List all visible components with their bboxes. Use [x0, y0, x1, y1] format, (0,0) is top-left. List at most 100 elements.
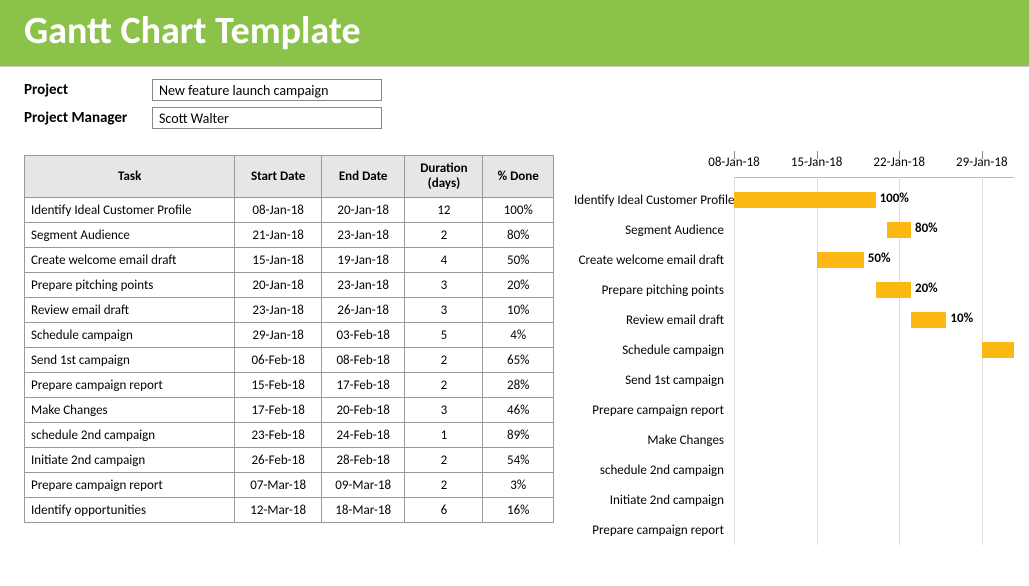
cell-dur: 3 [405, 298, 483, 323]
cell-task: Segment Audience [25, 223, 235, 248]
cell-dur: 2 [405, 348, 483, 373]
cell-start: 23-Feb-18 [235, 423, 322, 448]
cell-end: 24-Feb-18 [321, 423, 404, 448]
gantt-row: Create welcome email draft50% [574, 245, 1014, 275]
table-row: Segment Audience21-Jan-1823-Jan-18280% [25, 223, 554, 248]
cell-end: 18-Mar-18 [321, 498, 404, 523]
gantt-row: Prepare pitching points 20% [574, 275, 1014, 305]
cell-task: Initiate 2nd campaign [25, 448, 235, 473]
cell-start: 26-Feb-18 [235, 448, 322, 473]
task-table: Task Start Date End Date Duration(days) … [24, 155, 554, 523]
cell-pct: 10% [483, 298, 554, 323]
cell-start: 21-Jan-18 [235, 223, 322, 248]
gantt-row: Send 1st campaign [574, 365, 1014, 395]
cell-pct: 3% [483, 473, 554, 498]
cell-start: 23-Jan-18 [235, 298, 322, 323]
cell-dur: 2 [405, 373, 483, 398]
gantt-row: Segment Audience 80% [574, 215, 1014, 245]
cell-end: 28-Feb-18 [321, 448, 404, 473]
manager-label: Project Manager [24, 109, 152, 127]
gantt-track [734, 485, 1014, 515]
project-label: Project [24, 81, 152, 99]
th-pct: % Done [483, 156, 554, 198]
gantt-track: 10% [734, 305, 1014, 335]
cell-pct: 80% [483, 223, 554, 248]
cell-pct: 100% [483, 198, 554, 223]
gantt-bar [817, 252, 864, 268]
project-meta: Project Project Manager [0, 67, 1029, 129]
gantt-track: 100% [734, 185, 1014, 215]
table-row: Prepare pitching points20-Jan-1823-Jan-1… [25, 273, 554, 298]
table-row: Identify Ideal Customer Profile08-Jan-18… [25, 198, 554, 223]
gantt-row: Review email draft10% [574, 305, 1014, 335]
gantt-row-label: Prepare pitching points [574, 283, 734, 298]
table-row: Send 1st campaign06-Feb-1808-Feb-18265% [25, 348, 554, 373]
gantt-pct-label: 50% [868, 251, 891, 266]
cell-task: Schedule campaign [25, 323, 235, 348]
table-row: Initiate 2nd campaign26-Feb-1828-Feb-182… [25, 448, 554, 473]
cell-end: 23-Jan-18 [321, 273, 404, 298]
header-bar: Gantt Chart Template [0, 0, 1029, 67]
th-task: Task [25, 156, 235, 198]
gantt-track: 80% [734, 215, 1014, 245]
cell-start: 08-Jan-18 [235, 198, 322, 223]
cell-start: 29-Jan-18 [235, 323, 322, 348]
gantt-row-label: Prepare campaign report [574, 523, 734, 538]
cell-task: Create welcome email draft [25, 248, 235, 273]
table-row: Create welcome email draft15-Jan-1819-Ja… [25, 248, 554, 273]
cell-dur: 5 [405, 323, 483, 348]
cell-pct: 16% [483, 498, 554, 523]
cell-task: Make Changes [25, 398, 235, 423]
cell-end: 26-Jan-18 [321, 298, 404, 323]
gantt-row-label: Prepare campaign report [574, 403, 734, 418]
table-row: Identify opportunities12-Mar-1818-Mar-18… [25, 498, 554, 523]
gantt-bar [876, 282, 911, 298]
gantt-chart: 08-Jan-1815-Jan-1822-Jan-1829-Jan-18 Ide… [574, 155, 1014, 545]
gantt-track [734, 395, 1014, 425]
cell-pct: 65% [483, 348, 554, 373]
cell-dur: 3 [405, 398, 483, 423]
manager-input[interactable] [152, 107, 382, 129]
project-input[interactable] [152, 79, 382, 101]
cell-task: Identify opportunities [25, 498, 235, 523]
table-row: Prepare campaign report15-Feb-1817-Feb-1… [25, 373, 554, 398]
gantt-row: Initiate 2nd campaign [574, 485, 1014, 515]
cell-dur: 1 [405, 423, 483, 448]
cell-end: 08-Feb-18 [321, 348, 404, 373]
gantt-pct-label: 100% [880, 191, 909, 206]
gantt-row-label: Segment Audience [574, 223, 734, 238]
cell-end: 03-Feb-18 [321, 323, 404, 348]
th-end: End Date [321, 156, 404, 198]
th-duration: Duration(days) [405, 156, 483, 198]
cell-pct: 4% [483, 323, 554, 348]
gantt-row-label: Schedule campaign [574, 343, 734, 358]
table-row: Make Changes17-Feb-1820-Feb-18346% [25, 398, 554, 423]
gantt-pct-label: 20% [915, 281, 938, 296]
gantt-bar [911, 312, 946, 328]
gantt-axis: 08-Jan-1815-Jan-1822-Jan-1829-Jan-18 [734, 155, 1014, 185]
cell-pct: 50% [483, 248, 554, 273]
cell-task: Review email draft [25, 298, 235, 323]
gantt-pct-label: 80% [915, 221, 938, 236]
cell-dur: 12 [405, 198, 483, 223]
gantt-track: 20% [734, 275, 1014, 305]
gantt-row-label: schedule 2nd campaign [574, 463, 734, 478]
cell-task: Identify Ideal Customer Profile [25, 198, 235, 223]
gantt-row-label: Identify Ideal Customer Profile [574, 193, 734, 208]
table-row: Schedule campaign29-Jan-1803-Feb-1854% [25, 323, 554, 348]
gantt-row: Schedule campaign [574, 335, 1014, 365]
gantt-bar [734, 192, 876, 208]
cell-end: 23-Jan-18 [321, 223, 404, 248]
cell-start: 20-Jan-18 [235, 273, 322, 298]
gantt-track [734, 455, 1014, 485]
table-row: Review email draft23-Jan-1826-Jan-18310% [25, 298, 554, 323]
gantt-track [734, 365, 1014, 395]
cell-start: 07-Mar-18 [235, 473, 322, 498]
cell-task: schedule 2nd campaign [25, 423, 235, 448]
gantt-row-label: Initiate 2nd campaign [574, 493, 734, 508]
cell-dur: 4 [405, 248, 483, 273]
gantt-row-label: Make Changes [574, 433, 734, 448]
th-start: Start Date [235, 156, 322, 198]
gantt-row: Prepare campaign report [574, 515, 1014, 545]
cell-pct: 46% [483, 398, 554, 423]
